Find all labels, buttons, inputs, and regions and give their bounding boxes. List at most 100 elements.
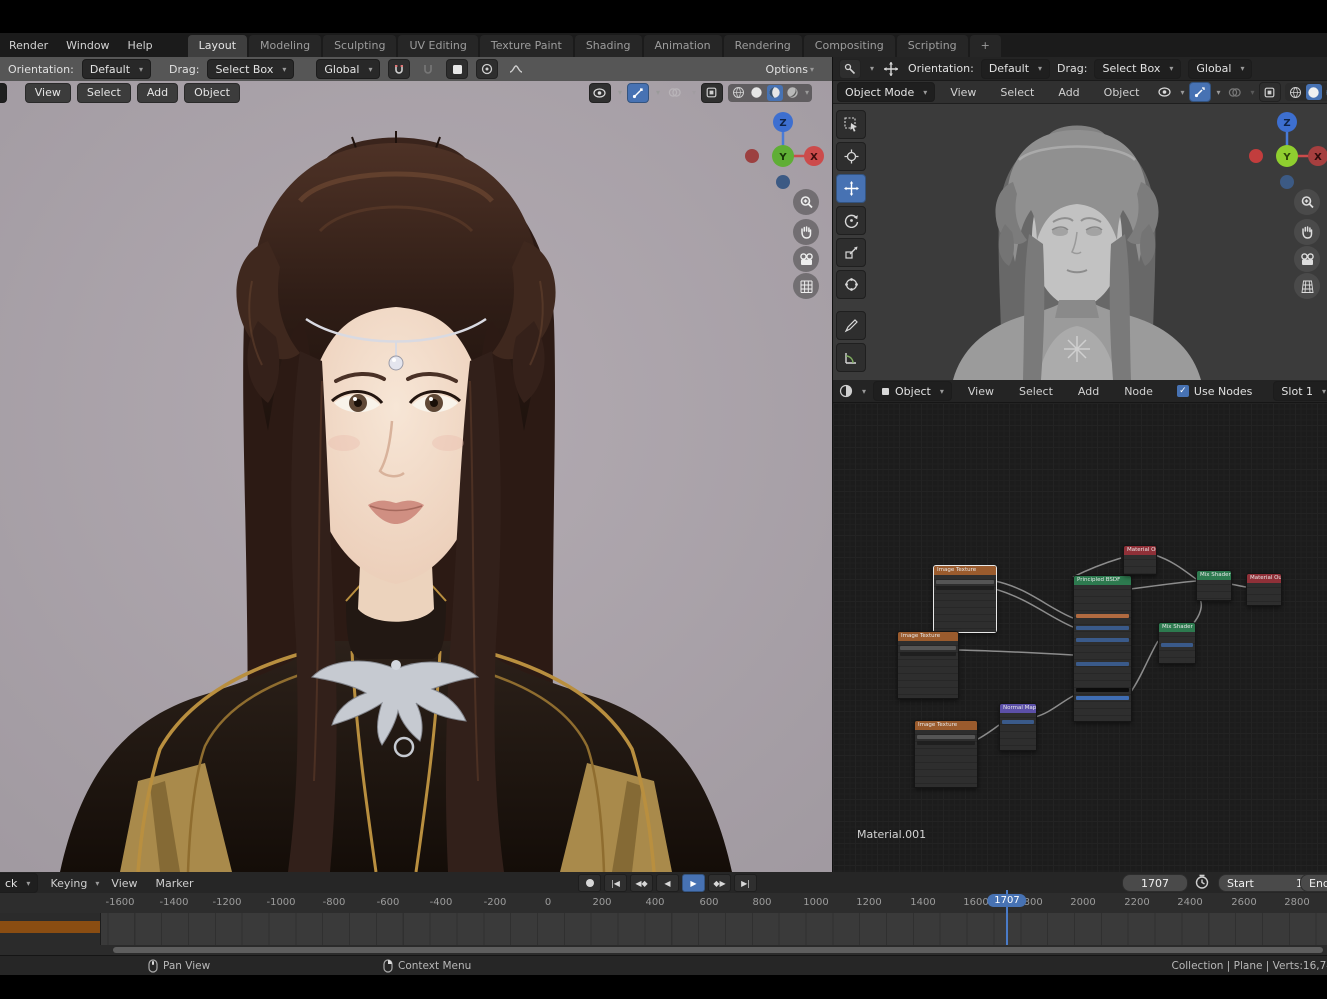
node-canvas[interactable]: Image Texture Image Texture Image Textur… bbox=[833, 403, 1327, 872]
annotate-tool[interactable] bbox=[836, 311, 866, 340]
view-menu[interactable]: View bbox=[941, 86, 985, 99]
editor-type-icon[interactable] bbox=[839, 382, 853, 400]
proportional-editing-icon[interactable] bbox=[476, 59, 498, 79]
tab-animation[interactable]: Animation bbox=[644, 35, 722, 57]
add-menu[interactable]: Add bbox=[137, 83, 178, 103]
frame-start-field[interactable]: Start1 bbox=[1218, 874, 1312, 892]
cursor-tool[interactable] bbox=[836, 142, 866, 171]
snap-icon[interactable] bbox=[388, 59, 410, 79]
slot-dropdown[interactable]: Slot 1 bbox=[1273, 381, 1327, 401]
node-mix-shader-1[interactable]: Mix Shader bbox=[1196, 570, 1232, 601]
tab-rendering[interactable]: Rendering bbox=[724, 35, 802, 57]
magnet-icon[interactable] bbox=[418, 60, 438, 78]
node-menu[interactable]: Node bbox=[1115, 385, 1162, 398]
node-image-texture-2[interactable]: Image Texture bbox=[897, 631, 959, 699]
tab-scripting[interactable]: Scripting bbox=[897, 35, 968, 57]
tab-texture-paint[interactable]: Texture Paint bbox=[480, 35, 573, 57]
auto-keying-button[interactable] bbox=[578, 874, 601, 892]
move-tool[interactable] bbox=[836, 174, 866, 203]
add-menu[interactable]: Add bbox=[1069, 385, 1108, 398]
view-menu[interactable]: View bbox=[25, 83, 71, 103]
shader-editor[interactable]: ▾ Object View Select Add Node ✓ Use Node… bbox=[833, 380, 1327, 872]
node-image-texture-1[interactable]: Image Texture bbox=[933, 565, 997, 633]
node-principled-bsdf[interactable]: Principled BSDF bbox=[1073, 575, 1132, 722]
play-button[interactable]: ▶ bbox=[682, 874, 705, 892]
rendered-shading-icon[interactable] bbox=[785, 85, 801, 101]
next-keyframe-button[interactable]: ◆▶ bbox=[708, 874, 731, 892]
prev-keyframe-button[interactable]: ◀◆ bbox=[630, 874, 653, 892]
timeline-scrollbar[interactable] bbox=[113, 947, 1323, 953]
scale-tool[interactable] bbox=[836, 238, 866, 267]
use-preview-range-icon[interactable] bbox=[1194, 874, 1210, 890]
right-viewport-axis-gizmo[interactable]: Z Y X bbox=[1244, 108, 1327, 192]
keying-dropdown[interactable]: Keying▾ bbox=[44, 877, 99, 890]
transform-orientation-dropdown[interactable]: Global bbox=[1188, 59, 1252, 79]
tab-layout[interactable]: Layout bbox=[188, 35, 247, 57]
play-reverse-button[interactable]: ◀ bbox=[656, 874, 679, 892]
gizmos-toggle-icon[interactable] bbox=[1189, 82, 1211, 102]
gizmos-toggle-icon[interactable] bbox=[627, 83, 649, 103]
tab-uv-editing[interactable]: UV Editing bbox=[398, 35, 477, 57]
orientation-dropdown[interactable]: Default bbox=[981, 59, 1050, 79]
use-nodes-toggle[interactable]: ✓ Use Nodes bbox=[1177, 385, 1253, 398]
camera-view-icon[interactable] bbox=[793, 246, 819, 272]
tab-compositing[interactable]: Compositing bbox=[804, 35, 895, 57]
current-frame-field[interactable]: 1707 bbox=[1122, 874, 1188, 892]
wireframe-shading-icon[interactable] bbox=[731, 85, 747, 101]
orientation-dropdown[interactable]: Default bbox=[82, 59, 151, 79]
menu-help[interactable]: Help bbox=[119, 39, 162, 52]
select-menu[interactable]: Select bbox=[1010, 385, 1062, 398]
pan-viewport-icon[interactable] bbox=[1294, 219, 1320, 245]
menu-render[interactable]: Render bbox=[0, 39, 57, 52]
jump-to-start-button[interactable]: |◀ bbox=[604, 874, 627, 892]
show-object-types-icon[interactable] bbox=[589, 83, 611, 103]
transform-orientation-dropdown[interactable]: Global bbox=[316, 59, 380, 79]
timeline[interactable]: ck Keying▾ View Marker |◀ ◀◆ ◀ ▶ ◆▶ ▶| 1… bbox=[0, 872, 1327, 955]
timeline-channel-box[interactable] bbox=[0, 913, 101, 945]
pan-viewport-icon[interactable] bbox=[793, 219, 819, 245]
solid-shading-icon[interactable] bbox=[749, 85, 765, 101]
measure-tool[interactable] bbox=[836, 343, 866, 372]
node-material-output-1[interactable]: Material Output bbox=[1123, 545, 1157, 575]
playback-dropdown-clipped[interactable]: ck bbox=[0, 873, 38, 893]
timeline-ruler[interactable]: -1600 -1400 -1200 -1000 -800 -600 -400 -… bbox=[0, 893, 1327, 914]
rotate-tool[interactable] bbox=[836, 206, 866, 235]
perspective-toggle-icon[interactable] bbox=[1294, 273, 1320, 299]
node-image-texture-3[interactable]: Image Texture bbox=[914, 720, 978, 788]
jump-to-end-button[interactable]: ▶| bbox=[734, 874, 757, 892]
secondary-3d-viewport[interactable]: ▾ Orientation: Default Drag: Select Box … bbox=[833, 57, 1327, 380]
perspective-toggle-icon[interactable] bbox=[793, 273, 819, 299]
current-frame-badge[interactable]: 1707 bbox=[987, 894, 1026, 907]
xray-toggle-icon[interactable] bbox=[1259, 82, 1281, 102]
left-viewport-axis-gizmo[interactable]: Z Y X bbox=[740, 108, 826, 192]
drag-dropdown[interactable]: Select Box bbox=[207, 59, 294, 79]
tab-sculpting[interactable]: Sculpting bbox=[323, 35, 396, 57]
xray-toggle-icon[interactable] bbox=[701, 83, 723, 103]
solid-shading-icon[interactable] bbox=[1306, 84, 1322, 100]
drag-dropdown[interactable]: Select Box bbox=[1094, 59, 1181, 79]
camera-view-icon[interactable] bbox=[1294, 246, 1320, 272]
frame-end-field[interactable]: End bbox=[1300, 874, 1327, 892]
node-normal-map[interactable]: Normal Map bbox=[999, 703, 1037, 751]
zoom-viewport-icon[interactable] bbox=[1294, 189, 1320, 215]
object-menu[interactable]: Object bbox=[1095, 86, 1149, 99]
options-dropdown[interactable]: Options▾ bbox=[766, 63, 814, 76]
mode-dropdown-clipped[interactable]: de bbox=[0, 83, 7, 103]
falloff-curve-icon[interactable] bbox=[506, 60, 526, 78]
select-box-tool[interactable] bbox=[836, 110, 866, 139]
shader-type-dropdown[interactable]: Object bbox=[873, 381, 952, 401]
select-menu[interactable]: Select bbox=[77, 83, 131, 103]
select-menu[interactable]: Select bbox=[991, 86, 1043, 99]
view-menu[interactable]: View bbox=[959, 385, 1003, 398]
timeline-tracks[interactable] bbox=[0, 913, 1327, 945]
node-material-output-2[interactable]: Material Output bbox=[1246, 573, 1282, 606]
marker-menu[interactable]: Marker bbox=[150, 877, 200, 890]
show-object-types-icon[interactable] bbox=[1154, 83, 1174, 101]
material-preview-shading-icon[interactable] bbox=[767, 85, 783, 101]
tab-modeling[interactable]: Modeling bbox=[249, 35, 321, 57]
view-menu[interactable]: View bbox=[105, 877, 143, 890]
active-tool-icon[interactable] bbox=[839, 59, 861, 79]
transform-tool[interactable] bbox=[836, 270, 866, 299]
menu-window[interactable]: Window bbox=[57, 39, 118, 52]
node-mix-shader-2[interactable]: Mix Shader bbox=[1158, 622, 1196, 664]
